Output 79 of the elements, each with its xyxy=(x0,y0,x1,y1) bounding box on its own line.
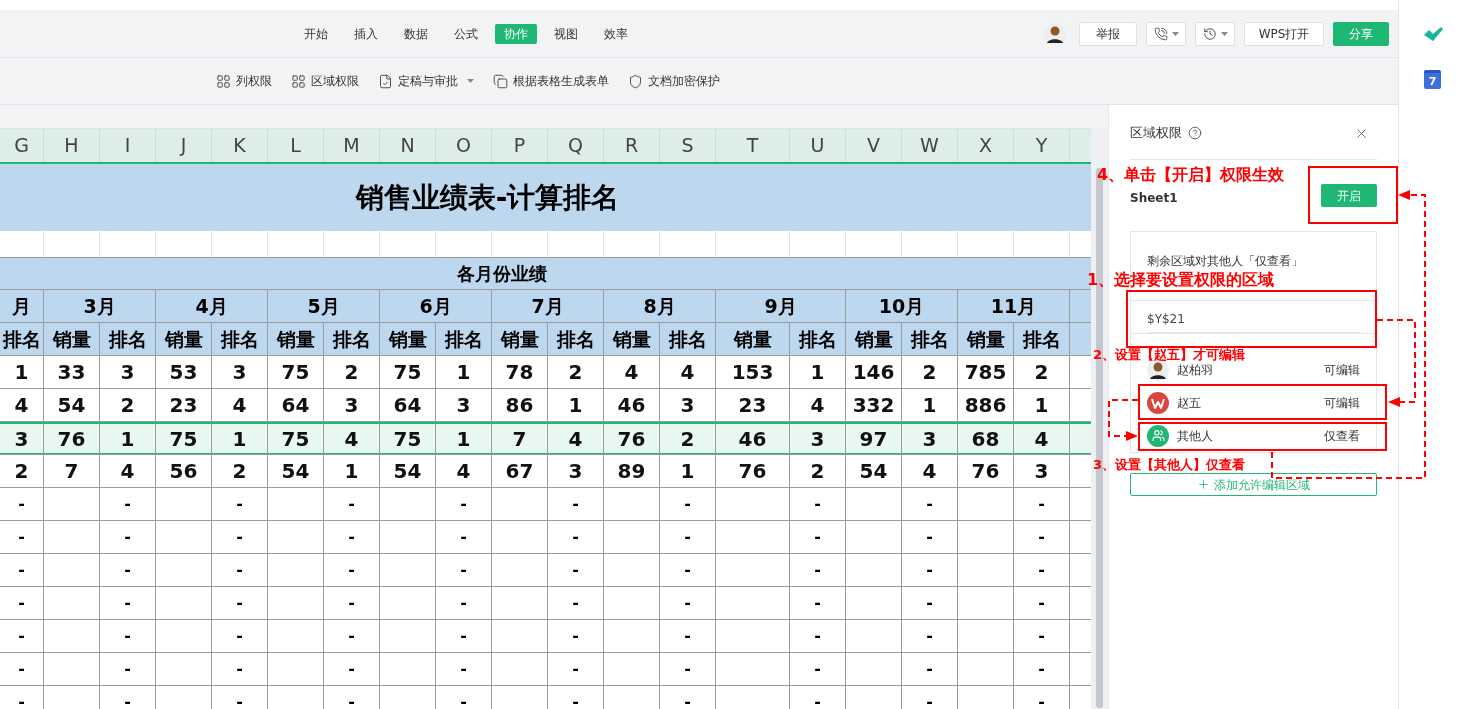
member-name: 其他人 xyxy=(1177,427,1213,445)
annotation-text: 4、单击【开启】权限生效 xyxy=(1097,165,1285,185)
copy-icon xyxy=(493,73,508,89)
member-name: 赵柏羽 xyxy=(1177,361,1213,379)
call-button[interactable] xyxy=(1146,21,1186,46)
column-header[interactable]: H xyxy=(44,129,100,162)
history-button[interactable] xyxy=(1195,21,1235,46)
data-row[interactable]: 1 33 3 53 3 75 2 75 1 78 2 4 4 153 1 146 2 785 2 xyxy=(0,356,1091,389)
table-cell: - xyxy=(324,686,380,709)
table-cell: - xyxy=(660,686,716,709)
table-cell: - xyxy=(0,686,44,709)
sheet-name: Sheet1 xyxy=(1130,189,1178,207)
calendar-icon[interactable]: 7 xyxy=(1424,70,1441,89)
menu-tab[interactable]: 公式 xyxy=(445,23,487,44)
permission-label[interactable]: 仅查看 xyxy=(1324,426,1360,445)
column-header[interactable]: N xyxy=(380,129,436,162)
report-button[interactable]: 举报 xyxy=(1079,21,1137,46)
column-header[interactable]: O xyxy=(436,129,492,162)
caret-icon xyxy=(1171,31,1179,36)
help-icon[interactable] xyxy=(1188,126,1202,140)
permission-label[interactable]: 可编辑 xyxy=(1324,393,1360,412)
column-header[interactable]: K xyxy=(212,129,268,162)
data-row[interactable]: 3 76 1 75 1 75 4 75 1 7 4 76 2 46 3 97 3 68 4 xyxy=(0,422,1091,455)
menu-tab[interactable]: 效率 xyxy=(595,23,637,44)
menu-tab[interactable]: 视图 xyxy=(545,23,587,44)
history-icon xyxy=(1202,26,1217,41)
member-name: 赵五 xyxy=(1177,394,1201,412)
menu-tab[interactable]: 插入 xyxy=(345,23,387,44)
column-header[interactable]: G xyxy=(0,129,44,162)
menu-tab[interactable]: 数据 xyxy=(395,23,437,44)
column-header[interactable]: S xyxy=(660,129,716,162)
plus-icon xyxy=(1197,478,1210,491)
column-header[interactable]: V xyxy=(846,129,902,162)
remaining-note: 剩余区域对其他人「仅查看」 xyxy=(1147,253,1304,270)
annotation-text: 2、设置【赵五】才可编辑 xyxy=(1093,348,1246,362)
panel-title: 区域权限 xyxy=(1130,124,1182,143)
toolbar-button[interactable]: 列权限 xyxy=(216,72,272,90)
toolbar-button[interactable]: 根据表格生成表单 xyxy=(493,72,609,90)
table-cell: - xyxy=(212,686,268,709)
column-header[interactable]: M xyxy=(324,129,380,162)
dashed-arrow xyxy=(1108,399,1139,441)
column-header[interactable]: J xyxy=(156,129,212,162)
column-header[interactable]: Y xyxy=(1014,129,1070,162)
column-header[interactable]: P xyxy=(492,129,548,162)
toolbar-button[interactable]: 文档加密保护 xyxy=(628,72,720,90)
toolbar-button[interactable]: 定稿与审批 xyxy=(378,72,474,90)
caret-icon xyxy=(1220,31,1228,36)
sheet-title: 销售业绩表-计算排名 xyxy=(355,179,620,216)
column-header[interactable]: W xyxy=(902,129,958,162)
document-check-icon xyxy=(378,73,393,89)
group-icon xyxy=(1147,424,1169,447)
column-header[interactable]: Q xyxy=(548,129,604,162)
table-cell: - xyxy=(100,686,156,709)
annotation-text: 3、设置【其他人】仅查看 xyxy=(1093,458,1246,472)
menu-tab[interactable]: 开始 xyxy=(295,23,337,44)
column-header[interactable]: U xyxy=(790,129,846,162)
column-header[interactable]: X xyxy=(958,129,1014,162)
annotation-text: 1、选择要设置权限的区域 xyxy=(1087,270,1275,290)
table-cell: - xyxy=(902,686,958,709)
shield-icon xyxy=(628,73,643,89)
group-header: 各月份业绩 xyxy=(456,262,547,286)
toolbar-button[interactable]: 区域权限 xyxy=(291,72,359,90)
user-avatar xyxy=(1044,22,1066,45)
column-header[interactable]: T xyxy=(716,129,790,162)
data-row[interactable]: 4 54 2 23 4 64 3 64 3 86 1 46 3 23 4 332 1 886 1 xyxy=(0,389,1091,422)
column-header[interactable]: I xyxy=(100,129,156,162)
phone-icon xyxy=(1153,26,1168,41)
range-field[interactable]: $Y$21 xyxy=(1131,300,1376,334)
table-cell: - xyxy=(436,686,492,709)
data-row[interactable]: 2 7 4 56 2 54 1 54 4 67 3 89 1 76 2 54 4 76 3 xyxy=(0,455,1091,488)
column-header[interactable]: R xyxy=(604,129,660,162)
column-header[interactable]: L xyxy=(268,129,324,162)
permission-label[interactable]: 可编辑 xyxy=(1324,360,1360,379)
table-cell: - xyxy=(548,686,604,709)
logo-icon xyxy=(1147,391,1169,414)
table-cell: - xyxy=(1014,686,1070,709)
open-button[interactable]: WPS打开 xyxy=(1244,21,1324,46)
table-cell: - xyxy=(790,686,846,709)
caret-icon xyxy=(467,79,474,83)
